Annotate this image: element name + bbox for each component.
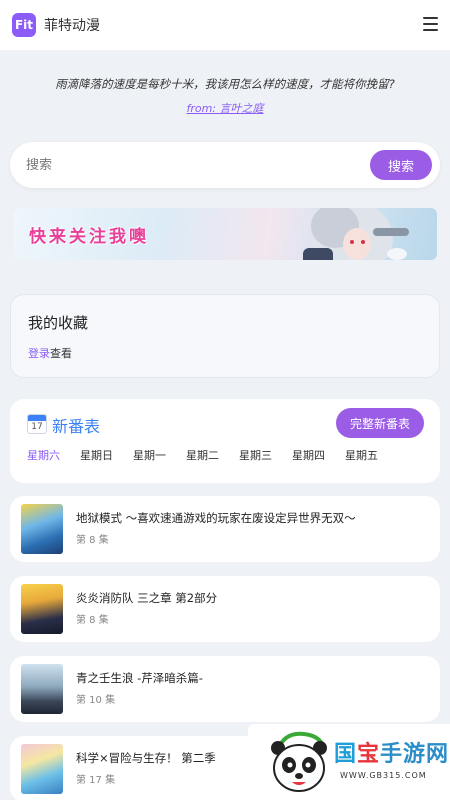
tab-friday[interactable]: 星期五: [345, 447, 378, 463]
favorites-title: 我的收藏: [28, 314, 89, 332]
search-input[interactable]: [26, 142, 356, 188]
calendar-icon: 17: [27, 414, 47, 434]
anime-title[interactable]: 科学×冒险与生存！ 第二季: [76, 750, 216, 766]
anime-cover-thumbnail[interactable]: [21, 744, 63, 794]
top-header: Fit 菲特动漫: [0, 0, 450, 50]
site-logo[interactable]: Fit: [12, 13, 36, 37]
episode-count: 第 8 集: [76, 615, 109, 626]
schedule-title: 新番表: [52, 417, 101, 436]
search-bar: 搜索: [10, 142, 440, 188]
watermark-text: 国宝手游网: [334, 742, 450, 767]
tab-wednesday[interactable]: 星期三: [239, 447, 272, 463]
full-schedule-button[interactable]: 完整新番表: [336, 408, 424, 438]
episode-count: 第 8 集: [76, 535, 109, 546]
favorites-hint: 登录查看: [28, 345, 72, 361]
tab-tuesday[interactable]: 星期二: [186, 447, 219, 463]
new-anime-schedule-card: 17 新番表 完整新番表 星期六 星期日 星期一 星期二 星期三 星期四 星期五: [10, 399, 440, 483]
anime-list-item[interactable]: 地狱模式 ～喜欢速通游戏的玩家在废设定异世界无双～ 第 8 集: [10, 496, 440, 562]
favorites-hint-text: 查看: [50, 347, 72, 360]
anime-cover-thumbnail[interactable]: [21, 504, 63, 554]
anime-cover-thumbnail[interactable]: [21, 584, 63, 634]
banner-text: 快来关注我噢: [29, 227, 149, 247]
tab-saturday[interactable]: 星期六: [27, 447, 60, 463]
anime-title[interactable]: 地狱模式 ～喜欢速通游戏的玩家在废设定异世界无双～: [76, 510, 356, 526]
login-link[interactable]: 登录: [28, 347, 50, 360]
search-button[interactable]: 搜索: [370, 150, 432, 180]
panda-logo-icon: [271, 731, 327, 792]
anime-title[interactable]: 青之壬生浪 -芹泽暗杀篇-: [76, 670, 203, 686]
quote-text: 雨滴降落的速度是每秒十米，我该用怎么样的速度，才能将你挽留?: [55, 77, 395, 91]
tab-sunday[interactable]: 星期日: [80, 447, 113, 463]
promo-banner[interactable]: 快来关注我噢: [13, 208, 437, 260]
hamburger-menu-icon[interactable]: [423, 17, 438, 31]
anime-list-item[interactable]: 炎炎消防队 三之章 第2部分 第 8 集: [10, 576, 440, 642]
quote-source-link[interactable]: from: 言叶之庭: [0, 100, 450, 116]
anime-title[interactable]: 炎炎消防队 三之章 第2部分: [76, 590, 217, 606]
site-watermark: 国宝手游网 WWW.GB315.COM: [248, 724, 450, 800]
tab-monday[interactable]: 星期一: [133, 447, 166, 463]
watermark-url: WWW.GB315.COM: [340, 771, 427, 780]
episode-count: 第 17 集: [76, 775, 116, 786]
weekday-tabs: 星期六 星期日 星期一 星期二 星期三 星期四 星期五: [27, 447, 398, 463]
anime-cover-thumbnail[interactable]: [21, 664, 63, 714]
anime-girl-illustration: [303, 208, 409, 260]
tab-thursday[interactable]: 星期四: [292, 447, 325, 463]
favorites-card: 我的收藏 登录查看: [10, 294, 440, 378]
anime-list-item[interactable]: 青之壬生浪 -芹泽暗杀篇- 第 10 集: [10, 656, 440, 722]
site-name[interactable]: 菲特动漫: [44, 15, 100, 35]
calendar-number: 17: [31, 422, 43, 432]
episode-count: 第 10 集: [76, 695, 116, 706]
